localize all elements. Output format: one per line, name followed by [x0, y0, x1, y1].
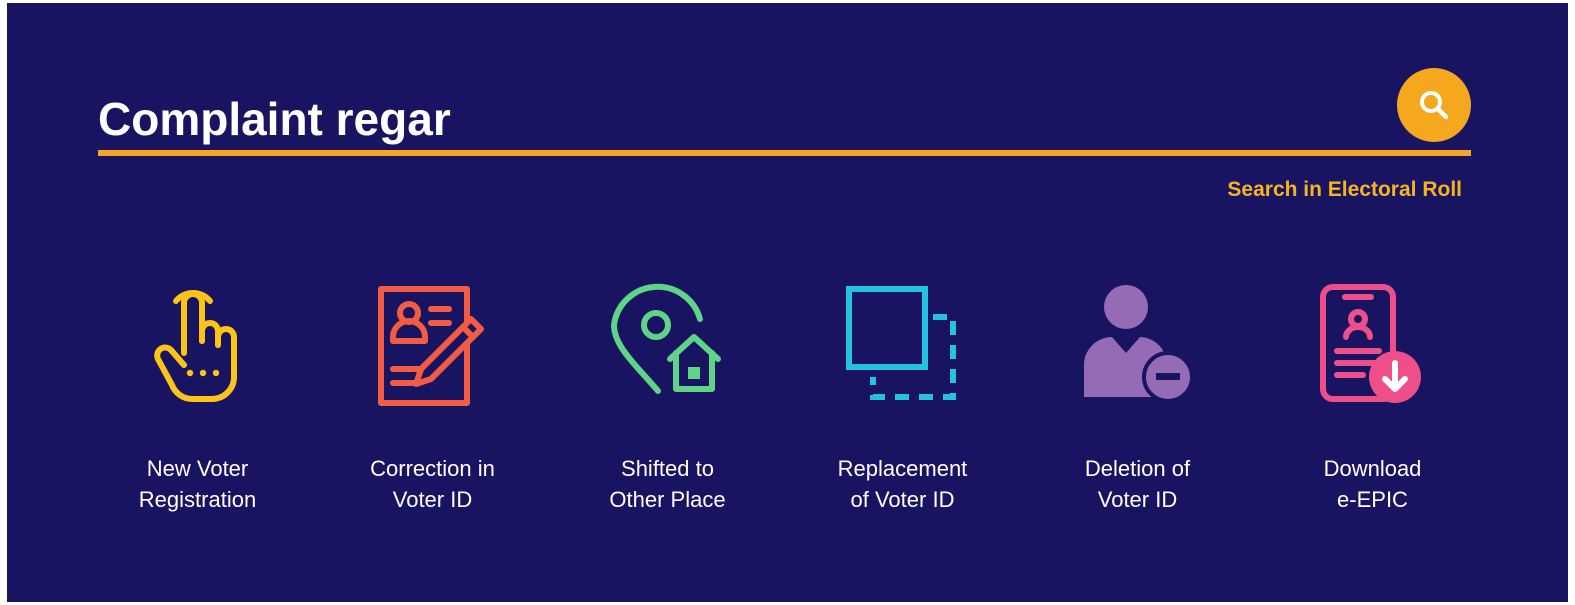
tile-correction-in-voter-id[interactable]: Correction in Voter ID: [315, 275, 550, 525]
service-tiles: New Voter Registration Correction in Vot…: [80, 275, 1490, 535]
search-underline: [98, 150, 1471, 156]
tile-new-voter-registration[interactable]: New Voter Registration: [80, 275, 315, 525]
user-remove-icon: [1068, 275, 1208, 415]
main-panel: Search in Electoral Roll: [7, 3, 1568, 602]
hand-pointer-icon: [128, 275, 268, 415]
search-bar: [98, 68, 1471, 158]
document-edit-icon: [363, 275, 503, 415]
search-icon: [1420, 91, 1449, 120]
tile-download-e-epic[interactable]: Download e-EPIC: [1255, 275, 1490, 525]
tile-deletion-of-voter-id[interactable]: Deletion of Voter ID: [1020, 275, 1255, 525]
tile-label: New Voter Registration: [138, 456, 257, 512]
search-button[interactable]: [1397, 68, 1471, 142]
replace-card-icon: [833, 275, 973, 415]
tile-label: Correction in Voter ID: [370, 456, 495, 512]
tile-label: Download e-EPIC: [1323, 456, 1422, 512]
tile-shifted-to-other-place[interactable]: Shifted to Other Place: [550, 275, 785, 525]
search-electoral-roll-link[interactable]: Search in Electoral Roll: [1227, 178, 1462, 202]
tile-label: Shifted to Other Place: [609, 456, 726, 512]
tile-replacement-of-voter-id[interactable]: Replacement of Voter ID: [785, 275, 1020, 525]
tile-label: Replacement of Voter ID: [837, 456, 968, 512]
location-home-icon: [598, 275, 738, 415]
mobile-download-icon: [1303, 275, 1443, 415]
search-input[interactable]: [98, 90, 1378, 148]
tile-label: Deletion of Voter ID: [1084, 456, 1191, 512]
